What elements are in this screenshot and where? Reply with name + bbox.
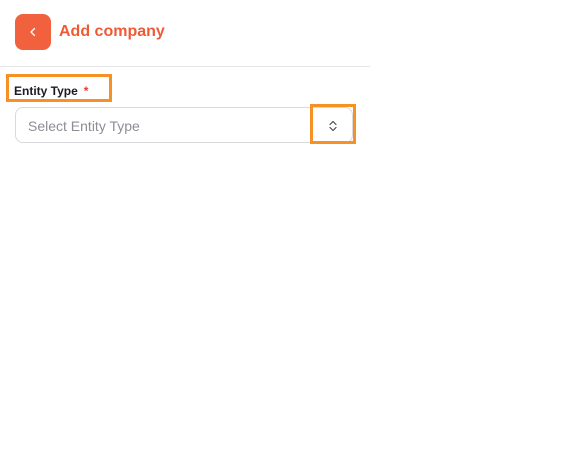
back-button[interactable] <box>15 14 51 50</box>
entity-type-placeholder: Select Entity Type <box>28 118 140 134</box>
page-title: Add company <box>59 23 165 40</box>
entity-type-label-text: Entity Type <box>14 84 78 98</box>
chevron-left-icon <box>28 26 38 38</box>
entity-type-select[interactable]: Select Entity Type <box>15 107 353 143</box>
entity-type-label: Entity Type * <box>14 83 88 99</box>
chevron-up-down-icon[interactable] <box>327 119 339 133</box>
page-header: Add company <box>0 0 370 67</box>
required-asterisk: * <box>83 84 89 98</box>
